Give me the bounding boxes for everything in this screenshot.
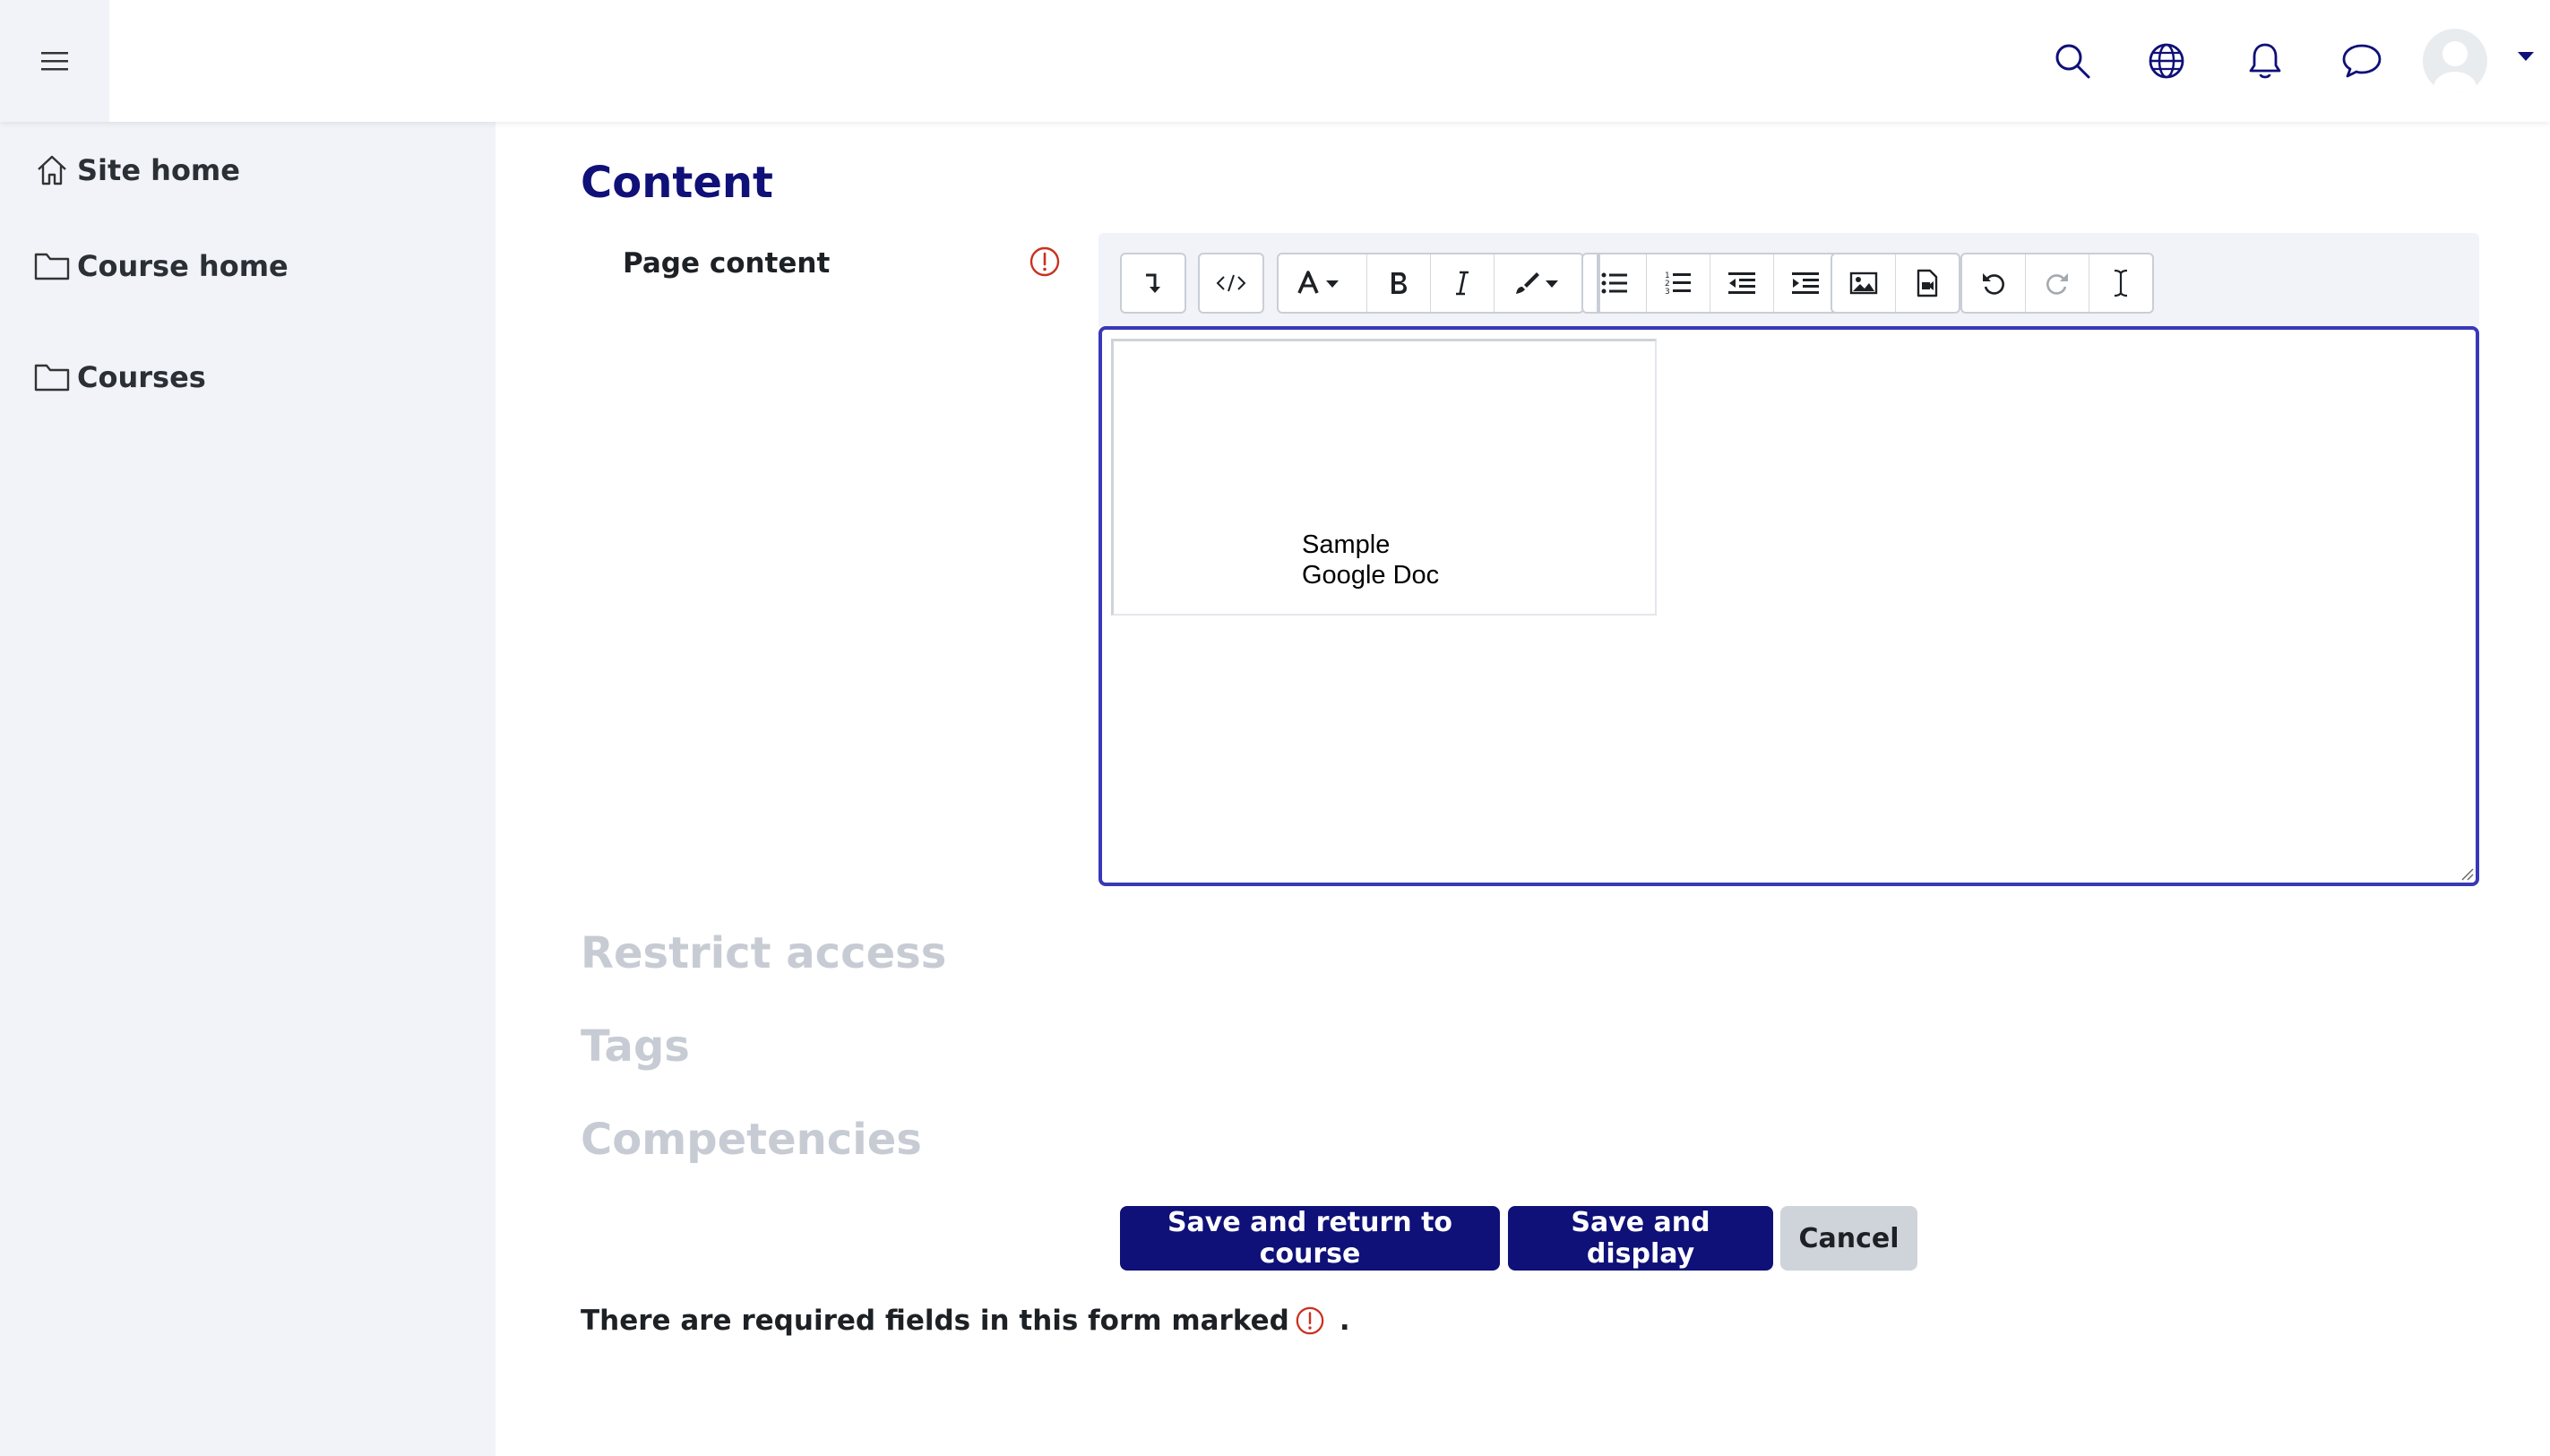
doc-line-2: Google Doc: [1302, 561, 1440, 590]
search-icon: [2055, 44, 2090, 79]
text-color-button[interactable]: [1495, 254, 1582, 312]
user-avatar[interactable]: [2423, 29, 2487, 93]
section-restrict-access[interactable]: Restrict access: [581, 928, 946, 978]
search-button[interactable]: [2046, 34, 2099, 88]
required-icon: [1029, 246, 1060, 277]
language-button[interactable]: [2140, 34, 2193, 88]
redo-icon: [2046, 273, 2068, 295]
sidebar-item-label: Site home: [77, 153, 240, 187]
editor-content-area[interactable]: Sample Google Doc: [1098, 326, 2479, 886]
top-navbar: [0, 0, 2550, 122]
cancel-button[interactable]: Cancel: [1780, 1206, 1917, 1271]
avatar-silhouette-icon: [2434, 41, 2477, 93]
outdent-button[interactable]: [1710, 254, 1774, 312]
indent-button[interactable]: [1774, 254, 1837, 312]
italic-icon: [1456, 271, 1469, 296]
chat-icon: [2342, 44, 2382, 78]
indent-icon: [1792, 272, 1819, 294]
toolbar-group-history: [1960, 253, 2154, 314]
numbered-list-icon: 1 2 3: [1665, 271, 1691, 297]
required-note-text: There are required fields in this form m…: [581, 1305, 1289, 1337]
redo-button[interactable]: [2026, 254, 2089, 312]
notifications-button[interactable]: [2238, 34, 2292, 88]
save-and-return-button[interactable]: Save and return to course: [1120, 1206, 1500, 1271]
ordered-list-button[interactable]: 1 2 3: [1647, 254, 1710, 312]
embedded-doc-text: Sample Google Doc: [1302, 530, 1439, 590]
paintbrush-icon: [1516, 272, 1558, 294]
doc-line-1: Sample: [1302, 530, 1391, 559]
undo-button[interactable]: [1962, 254, 2026, 312]
text-cursor-icon: [2114, 269, 2128, 297]
required-icon: [1296, 1306, 1324, 1335]
sidebar-item-label: Course home: [77, 249, 289, 283]
sidebar-item-course-home[interactable]: Course home: [34, 249, 289, 283]
folder-icon: [34, 253, 70, 280]
save-and-display-button[interactable]: Save and display: [1508, 1206, 1773, 1271]
bullet-list-icon: [1601, 272, 1627, 294]
font-style-button[interactable]: [1279, 254, 1367, 312]
media-file-icon: [1917, 269, 1938, 297]
expand-toolbar-icon: [1146, 273, 1160, 293]
resize-grip-icon[interactable]: [2460, 866, 2474, 881]
section-title[interactable]: Content: [581, 158, 773, 208]
embedded-google-doc[interactable]: Sample Google Doc: [1111, 339, 1657, 616]
required-note-suffix: .: [1339, 1305, 1350, 1337]
toolbar-group-style: [1277, 253, 1584, 314]
caret-down-icon[interactable]: [2518, 52, 2534, 61]
field-label: Page content: [623, 247, 831, 280]
editor-toolbar: 1 2 3: [1098, 233, 2479, 326]
sidebar-item-site-home[interactable]: Site home: [34, 152, 240, 188]
drawer-toggle-button[interactable]: [0, 0, 109, 122]
sidebar-item-courses[interactable]: Courses: [34, 360, 206, 394]
section-competencies[interactable]: Competencies: [581, 1115, 922, 1165]
rich-text-editor: 1 2 3 Sample Google Doc: [1098, 233, 2479, 886]
toolbar-group-html: [1198, 253, 1264, 314]
globe-icon: [2149, 43, 2184, 79]
unordered-list-button[interactable]: [1583, 254, 1647, 312]
folder-icon: [34, 364, 70, 392]
bell-icon: [2249, 43, 2281, 79]
clear-formatting-button[interactable]: [2089, 254, 2152, 312]
undo-icon: [1983, 273, 2004, 295]
media-button[interactable]: [1896, 254, 1959, 312]
code-icon: [1216, 274, 1246, 292]
required-fields-note: There are required fields in this form m…: [581, 1305, 1350, 1337]
section-tags[interactable]: Tags: [581, 1021, 690, 1072]
italic-button[interactable]: [1431, 254, 1495, 312]
toolbar-group-lists: 1 2 3: [1581, 253, 1839, 314]
main-content: Content Page content 1 2 3 Sample Google…: [495, 122, 2550, 1456]
toolbar-group-collapse: [1120, 253, 1186, 314]
menu-icon: [41, 52, 68, 71]
toolbar-group-media: [1831, 253, 1960, 314]
bold-icon: [1391, 272, 1407, 294]
svg-text:3: 3: [1665, 288, 1670, 297]
outdent-icon: [1728, 272, 1755, 294]
collapse-toolbar-button[interactable]: [1122, 254, 1185, 312]
sidebar-item-label: Courses: [77, 360, 206, 394]
image-button[interactable]: [1832, 254, 1896, 312]
html-button[interactable]: [1200, 254, 1262, 312]
messages-button[interactable]: [2335, 34, 2389, 88]
font-style-icon: [1297, 271, 1339, 294]
toolbar-group-history-placeholder: [1597, 253, 1600, 314]
home-icon: [38, 155, 66, 185]
sidebar-nav: Site home Course home Courses: [0, 122, 495, 1456]
bold-button[interactable]: [1367, 254, 1431, 312]
image-icon: [1849, 271, 1878, 295]
